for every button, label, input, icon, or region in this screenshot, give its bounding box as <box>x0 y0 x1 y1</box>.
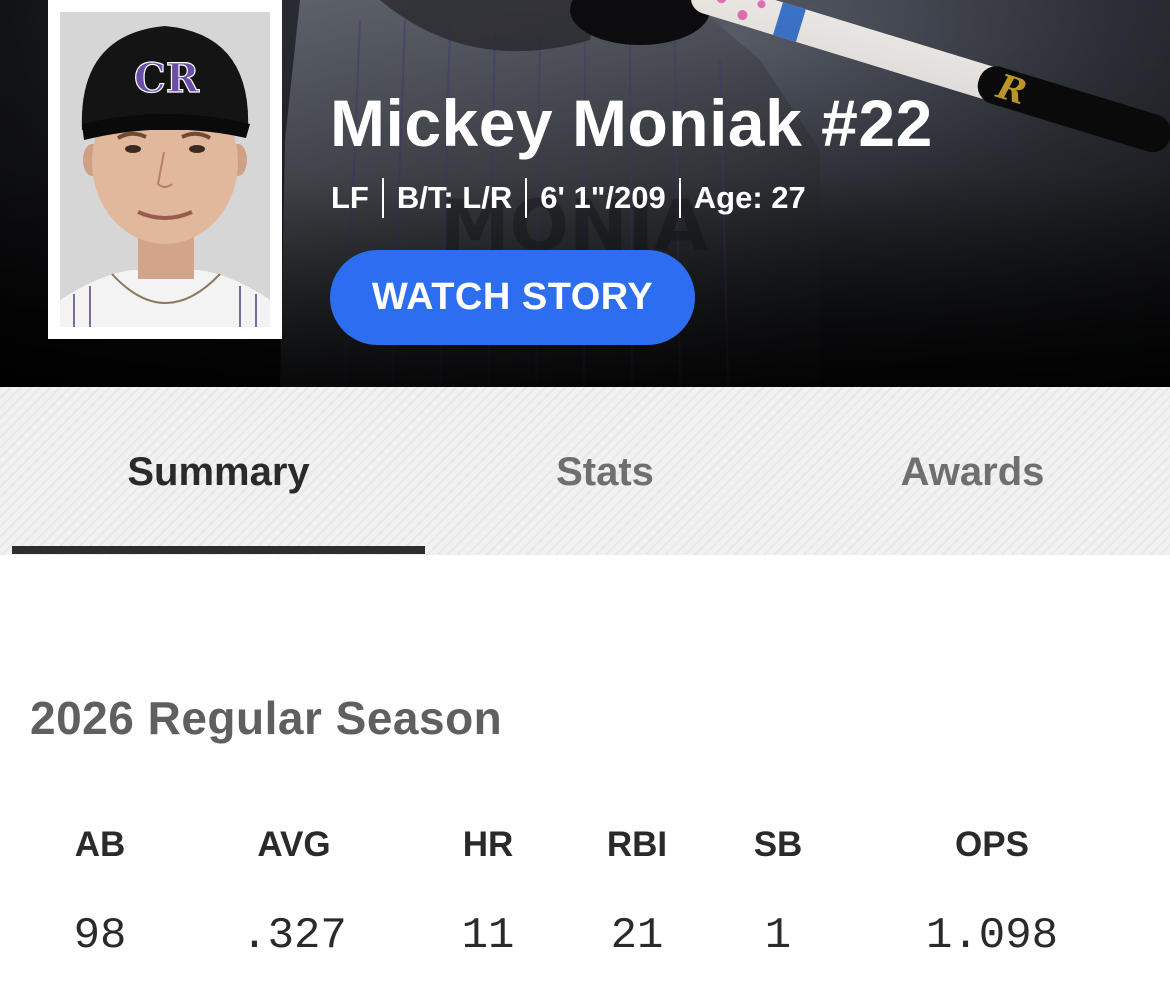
stat-label-ab: AB <box>74 825 126 864</box>
stat-label-ops: OPS <box>955 825 1029 864</box>
stat-value-ops: 1.098 <box>925 911 1059 961</box>
headshot-frame: CR <box>48 0 282 339</box>
stat-value-avg: .327 <box>241 911 347 961</box>
player-age: Age: 27 <box>693 180 806 215</box>
player-hero: MONIA R <box>0 0 1170 387</box>
team-logo: CR <box>134 55 200 102</box>
divider <box>678 178 681 218</box>
season-title: 2026 Regular Season <box>30 692 503 744</box>
player-info-line: LF B/T: L/R 6' 1"/209 Age: 27 <box>331 176 806 220</box>
watch-story-button[interactable]: WATCH STORY <box>330 250 695 345</box>
player-position: LF <box>331 180 369 215</box>
active-tab-indicator <box>12 546 425 554</box>
stat-value-sb: 1 <box>764 911 792 961</box>
player-name: Mickey Moniak #22 <box>330 86 933 160</box>
player-height-weight: 6' 1"/209 <box>540 180 666 215</box>
divider <box>525 178 528 218</box>
player-headshot: CR <box>60 12 270 327</box>
divider <box>381 178 384 218</box>
stat-value-ab: 98 <box>73 911 127 961</box>
stat-label-avg: AVG <box>257 825 331 864</box>
tab-awards[interactable]: Awards <box>785 427 1160 517</box>
player-bats-throws: B/T: L/R <box>396 180 513 215</box>
profile-tabs: Summary Stats Awards <box>0 387 1170 555</box>
tab-summary[interactable]: Summary <box>12 427 425 517</box>
tab-stats[interactable]: Stats <box>425 427 785 517</box>
stat-label-sb: SB <box>753 825 803 864</box>
